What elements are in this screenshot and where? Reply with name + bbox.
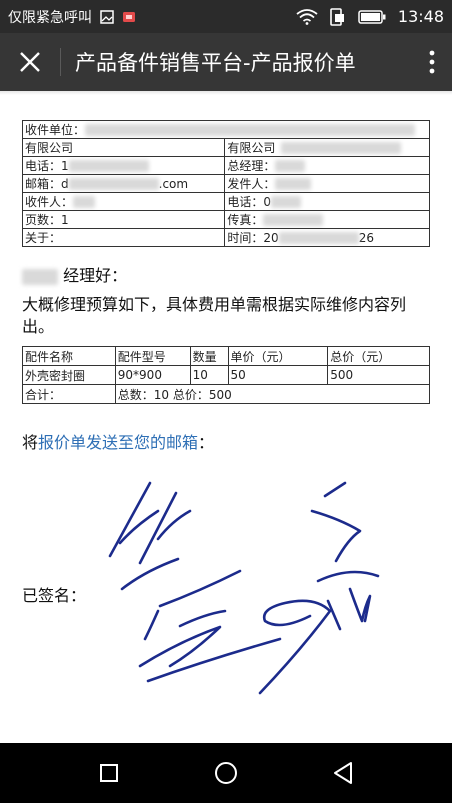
status-bar: 仅限紧急呼叫 13:48: [0, 0, 452, 33]
company-left-cell: 有限公司: [21, 138, 226, 157]
header-cell: 配件型号: [114, 346, 191, 366]
table-row: 关于： 时间：20 26: [21, 228, 430, 247]
phone-cell: 电话：1: [21, 156, 226, 175]
sender-cell: 发件人：: [224, 174, 430, 193]
redacted-text: [68, 160, 149, 172]
table-row: 电话：1 总经理：: [21, 156, 430, 175]
more-vertical-icon: [429, 50, 435, 74]
signed-label: 已签名：: [22, 586, 87, 605]
table-header-row: 配件名称 配件型号 数量 单价（元） 总价（元）: [22, 346, 430, 366]
email-cell: 邮箱：d .com: [21, 174, 226, 193]
carrier-text: 仅限紧急呼叫: [8, 9, 92, 26]
redacted-text: [275, 160, 306, 172]
receiver-cell: 收件人：: [21, 192, 226, 211]
status-time: 13:48: [397, 7, 444, 26]
redacted-text: [271, 196, 302, 208]
battery-icon: [358, 9, 386, 24]
redacted-text: [85, 124, 416, 136]
header-cell: 数量: [189, 346, 229, 366]
signature-image: [108, 481, 380, 695]
recent-apps-button[interactable]: [84, 748, 134, 798]
square-icon: [99, 764, 118, 782]
status-right: 13:48: [296, 7, 444, 26]
header-cell: 总价（元）: [327, 346, 430, 366]
table-row: 合计： 总数：10 总价：500: [22, 384, 431, 404]
company-right-cell: 有限公司: [224, 138, 430, 157]
table-row: 页数：1 传真：: [21, 210, 430, 229]
more-button[interactable]: [412, 33, 452, 91]
gm-cell: 总经理：: [224, 156, 430, 175]
app-notification-icon: [122, 10, 136, 24]
nav-bar: 产品备件销售平台-产品报价单: [0, 33, 452, 91]
recipient-unit-cell: 收件单位：: [22, 120, 430, 139]
send-line: 将报价单发送至您的邮箱：: [22, 433, 215, 452]
redacted-text: [278, 232, 359, 244]
info-table: 收件单位： 有限公司 有限公司 电话：1 总经理： 邮箱：d .com 发件人： …: [21, 120, 430, 247]
image-icon: [100, 9, 114, 24]
close-button[interactable]: [0, 33, 60, 91]
header-cell: 单价（元）: [227, 346, 329, 366]
redacted-text: [73, 196, 96, 208]
back-triangle-icon: [334, 762, 353, 784]
table-cell: 90*900: [114, 365, 191, 385]
items-table: 配件名称 配件型号 数量 单价（元） 总价（元） 外壳密封圈 90*900 10…: [22, 346, 431, 404]
home-button[interactable]: [201, 748, 251, 798]
quote-document[interactable]: 收件单位： 有限公司 有限公司 电话：1 总经理： 邮箱：d .com 发件人： …: [0, 91, 452, 743]
redacted-text: [263, 214, 324, 226]
table-cell: 500: [327, 365, 430, 385]
circle-icon: [214, 762, 237, 784]
wifi-icon: [296, 8, 318, 25]
body-text: 大概修理预算如下，具体费用单需根据实际维修内容列出。: [22, 295, 407, 336]
send-to-email-link[interactable]: 报价单发送至您的邮箱: [38, 433, 198, 452]
table-cell: 10: [189, 365, 229, 385]
pages-cell: 页数：1: [21, 210, 226, 229]
phone2-cell: 电话：0: [224, 192, 430, 211]
table-cell: 50: [227, 365, 329, 385]
table-row: 有限公司 有限公司: [21, 138, 430, 157]
time-cell: 时间：20 26: [224, 228, 430, 247]
status-left: 仅限紧急呼叫: [8, 7, 296, 27]
total-value-cell: 总数：10 总价：500: [114, 384, 431, 404]
back-button[interactable]: [318, 748, 368, 798]
table-row: 收件人： 电话：0: [21, 192, 430, 211]
total-label-cell: 合计：: [22, 384, 116, 404]
greeting: 经理好：: [22, 262, 127, 286]
fax-cell: 传真：: [224, 210, 430, 229]
page-title: 产品备件销售平台-产品报价单: [75, 51, 356, 75]
table-row: 收件单位：: [22, 120, 430, 139]
close-icon: [20, 52, 40, 72]
table-cell: 外壳密封圈: [22, 365, 116, 385]
table-row: 外壳密封圈 90*900 10 50 500: [22, 365, 430, 385]
redacted-text: [281, 142, 402, 154]
about-cell: 关于：: [21, 228, 226, 247]
redacted-text: [68, 178, 159, 190]
redacted-text: [275, 178, 312, 190]
data-icon: [330, 7, 346, 26]
redacted-text: [22, 268, 58, 285]
table-row: 邮箱：d .com 发件人：: [21, 174, 430, 193]
page-edge: [0, 91, 452, 95]
system-nav-bar: [0, 743, 452, 803]
header-cell: 配件名称: [22, 346, 116, 366]
